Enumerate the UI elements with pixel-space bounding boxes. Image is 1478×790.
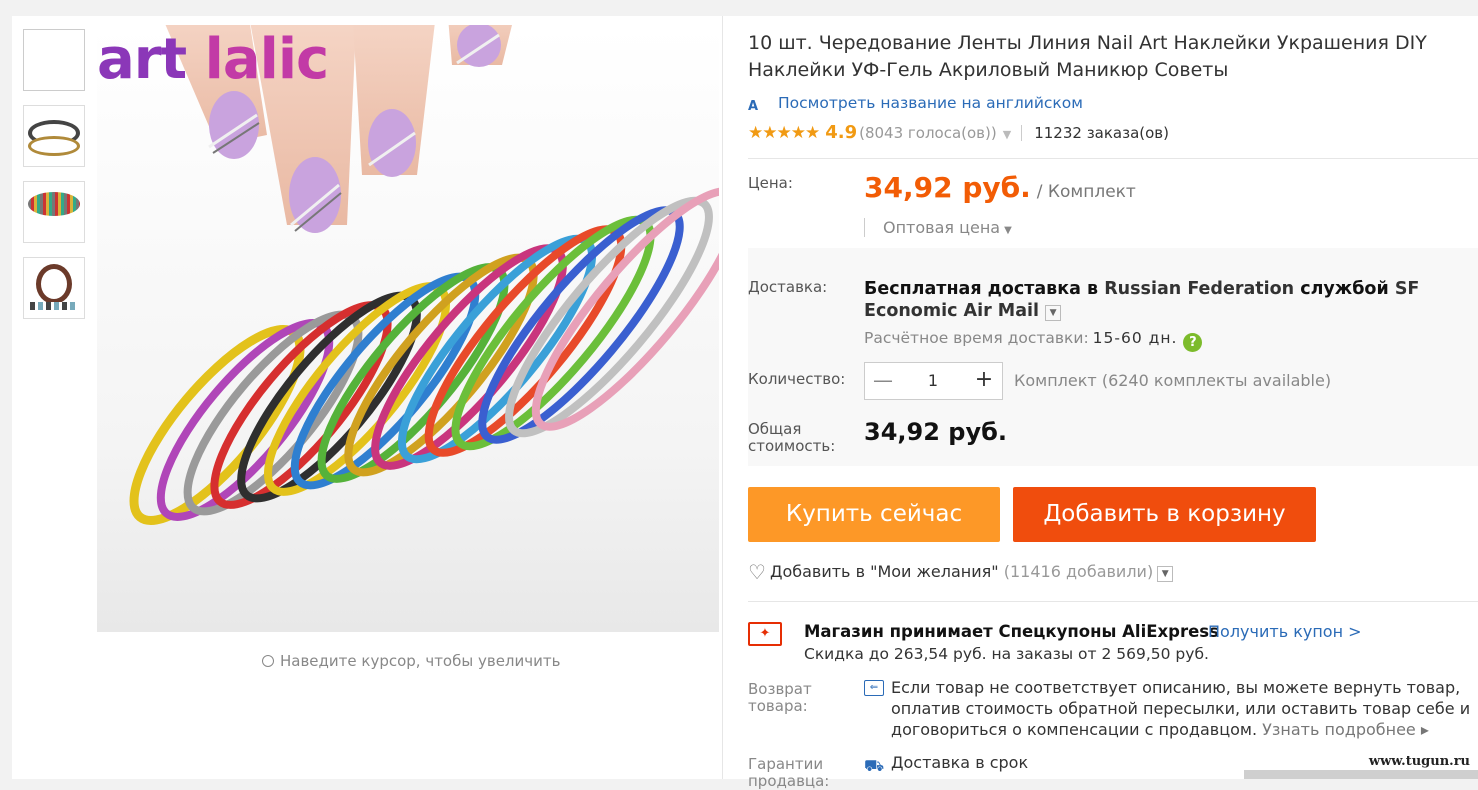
quantity-label: Количество: xyxy=(748,370,846,388)
shipping-options-dropdown-icon[interactable]: ▼ xyxy=(1045,305,1062,321)
delivery-eta: Расчётное время доставки: 15-60 дн.? xyxy=(864,329,1203,352)
delivery-label: Доставка: xyxy=(748,278,828,296)
total-label: Общая стоимость: xyxy=(748,420,836,455)
coupon-subtitle: Скидка до 263,54 руб. на заказы от 2 569… xyxy=(804,645,1209,663)
heart-icon: ♡ xyxy=(748,560,766,584)
delivery-info: Бесплатная доставка в Russian Federation… xyxy=(864,279,1420,321)
return-icon: ⇐ xyxy=(864,680,884,696)
thumbnail-strip xyxy=(23,29,85,333)
decrease-quantity-button[interactable]: — xyxy=(865,363,901,399)
guarantee-item: Доставка в срок xyxy=(891,753,1029,772)
add-to-cart-button[interactable]: Добавить в корзину xyxy=(1013,487,1316,542)
learn-more-link[interactable]: Узнать подробнее ▸ xyxy=(1262,720,1429,739)
horizontal-scrollbar[interactable] xyxy=(1244,770,1478,779)
nail-tape-rolls-photo xyxy=(129,25,719,525)
translate-link[interactable]: А Посмотреть название на английском xyxy=(748,94,1083,117)
divider xyxy=(748,601,1478,602)
increase-quantity-button[interactable]: + xyxy=(966,363,1002,399)
price-unit: / Комплект xyxy=(1036,182,1136,202)
total-price: 34,92 руб. xyxy=(864,418,1007,446)
product-title: 10 шт. Чередование Ленты Линия Nail Art … xyxy=(748,32,1427,81)
thumbnail-3[interactable] xyxy=(23,181,85,243)
votes-count[interactable]: (8043 голоса(ов)) xyxy=(859,124,997,142)
zoom-hint: Наведите курсор, чтобы увеличить xyxy=(262,652,560,670)
chevron-down-icon[interactable]: ▼ xyxy=(1157,566,1174,582)
rating-score: 4.9 xyxy=(825,122,858,143)
price: 34,92 руб. / Комплект xyxy=(864,171,1136,204)
coupon-icon: ✦ xyxy=(748,622,782,646)
coupon-title: Магазин принимает Спецкупоны AliExpress xyxy=(804,622,1219,641)
translate-icon: А xyxy=(748,99,759,114)
quantity-stepper: — 1 + xyxy=(864,362,1003,400)
divider xyxy=(748,158,1478,159)
help-icon[interactable]: ? xyxy=(1183,333,1203,352)
caret-down-icon: ▼ xyxy=(1004,225,1012,236)
product-page: art lalic Наведите курсор, чтобы увеличи… xyxy=(12,16,1478,790)
product-main-image[interactable]: art lalic xyxy=(97,25,719,632)
get-coupon-link[interactable]: Получить купон > xyxy=(1208,622,1362,641)
column-divider xyxy=(722,16,723,779)
thumbnail-1[interactable] xyxy=(23,29,85,91)
price-label: Цена: xyxy=(748,174,793,192)
rating-separator xyxy=(1021,125,1023,141)
watermark: www.tugun.ru xyxy=(1368,754,1470,769)
returns-label: Возврат товара: xyxy=(748,680,812,715)
guarantee-label: Гарантии продавца: xyxy=(748,755,830,790)
buy-now-button[interactable]: Купить сейчас xyxy=(748,487,1000,542)
delivery-country[interactable]: Russian Federation xyxy=(1104,279,1294,299)
rating-stars: ★★★★★ xyxy=(748,123,820,143)
orders-count: 11232 заказа(ов) xyxy=(1034,124,1169,142)
quantity-input[interactable]: 1 xyxy=(901,363,965,399)
returns-text: Если товар не соответствует описанию, вы… xyxy=(891,678,1471,739)
rating-row: ★★★★★ 4.9 (8043 голоса(ов)) ▼ 11232 заказа(о… xyxy=(748,122,1169,143)
chevron-down-icon[interactable]: ▼ xyxy=(1003,128,1011,141)
price-value: 34,92 руб. xyxy=(864,171,1031,204)
thumbnail-4[interactable] xyxy=(23,257,85,319)
add-to-wishlist-link[interactable]: ♡ Добавить в "Мои желания" (11416 добавил… xyxy=(748,560,1174,584)
wholesale-price-toggle[interactable]: Оптовая цена ▼ xyxy=(864,218,1012,237)
delivery-truck-icon: ⛟ xyxy=(864,756,885,775)
thumbnail-2[interactable] xyxy=(23,105,85,167)
brand-logo: art lalic xyxy=(97,27,329,92)
wishlist-count: (11416 добавили) xyxy=(1003,562,1154,581)
magnifier-icon xyxy=(262,655,274,667)
availability-text: Комплект (6240 комплекты available) xyxy=(1014,371,1332,390)
